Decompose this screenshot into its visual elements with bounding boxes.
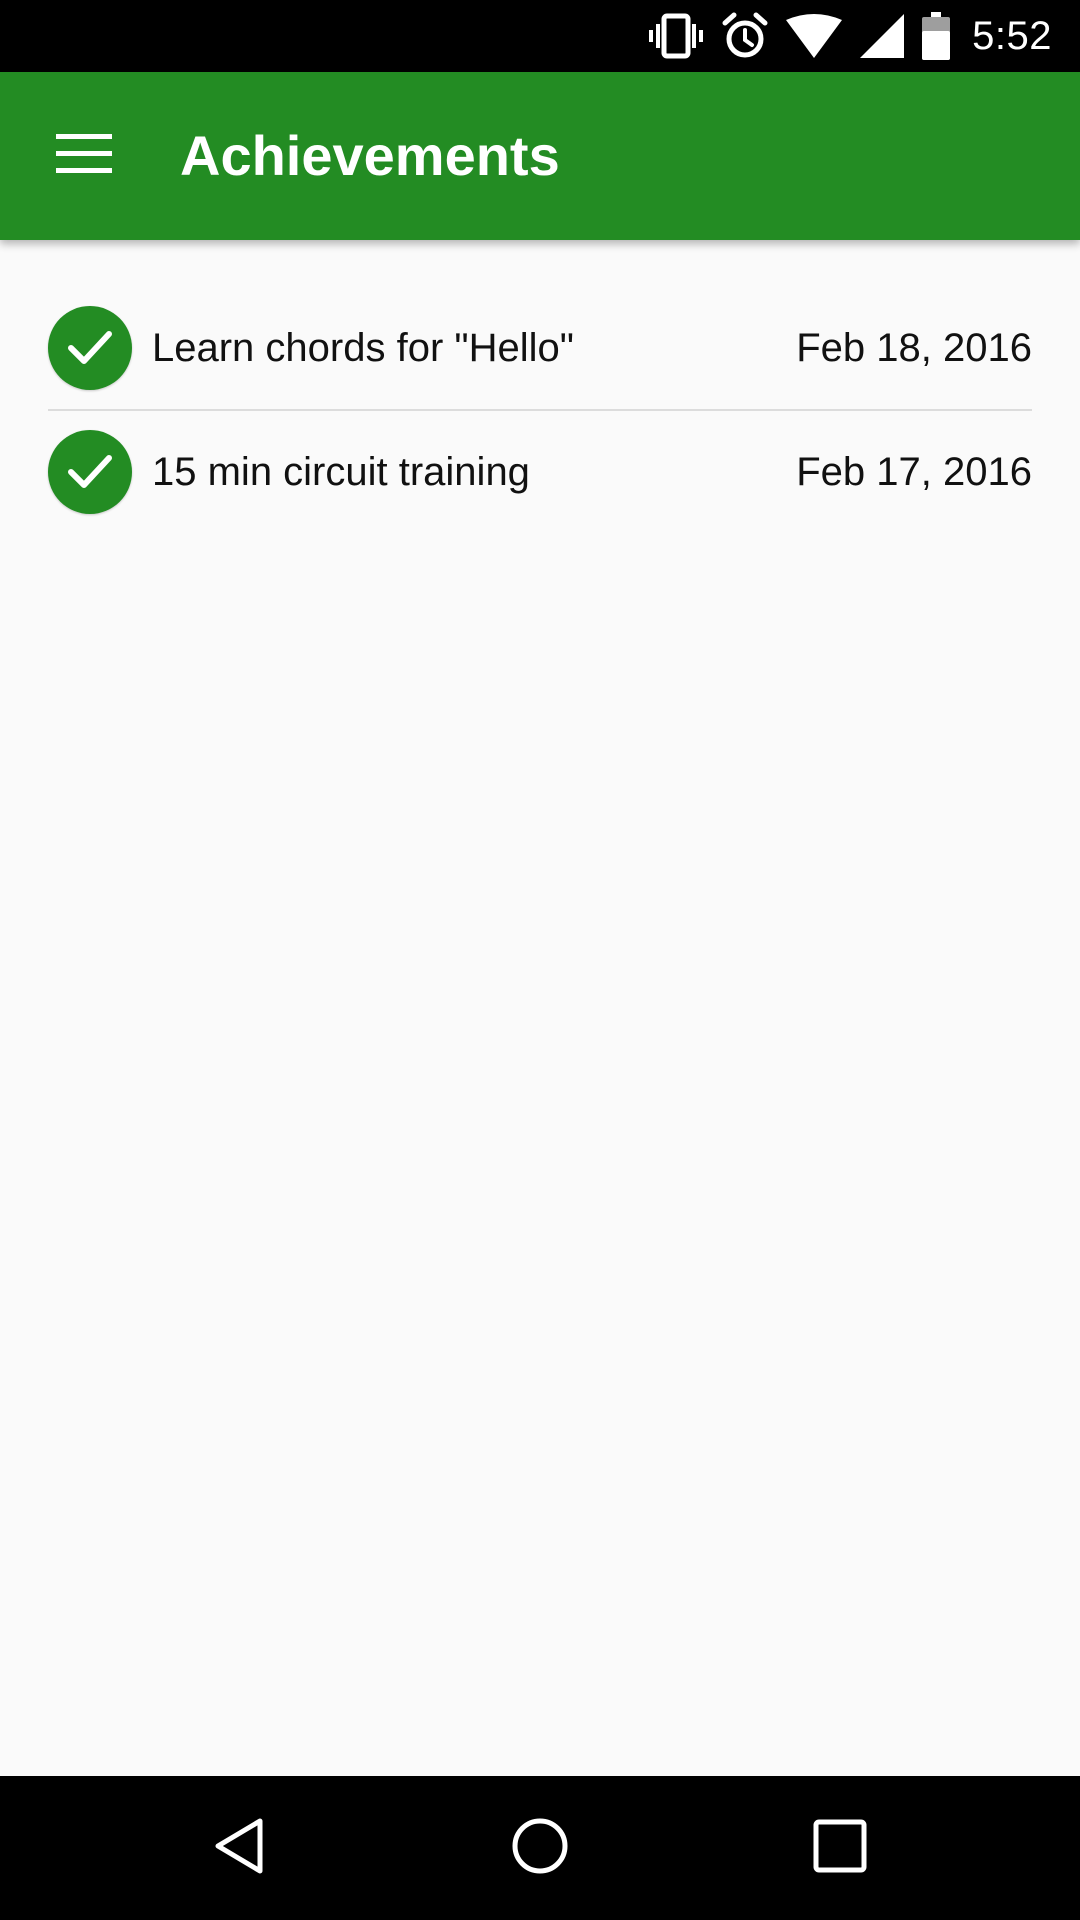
status-time: 5:52	[972, 13, 1052, 58]
achievement-title: 15 min circuit training	[152, 449, 530, 494]
list-item[interactable]: 15 min circuit training Feb 17, 2016	[48, 409, 1032, 533]
hamburger-menu-icon	[56, 133, 112, 179]
page-title: Achievements	[180, 124, 560, 187]
navigation-bar	[0, 1776, 1080, 1920]
battery-icon	[922, 12, 951, 60]
recents-button[interactable]	[790, 1798, 890, 1898]
check-circle-icon	[48, 306, 132, 390]
achievement-title: Learn chords for "Hello"	[152, 325, 574, 370]
app-bar: Achievements	[0, 72, 1080, 240]
recents-icon	[812, 1818, 868, 1879]
back-icon	[210, 1815, 270, 1882]
check-circle-icon	[48, 430, 132, 514]
list-item[interactable]: Learn chords for "Hello" Feb 18, 2016	[48, 287, 1032, 409]
home-icon	[510, 1816, 570, 1881]
achievement-date: Feb 18, 2016	[796, 325, 1032, 370]
achievement-date: Feb 17, 2016	[796, 449, 1032, 494]
achievement-list: Learn chords for "Hello" Feb 18, 2016 15…	[48, 287, 1032, 533]
alarm-icon	[722, 12, 768, 60]
back-button[interactable]	[190, 1798, 290, 1898]
signal-icon	[860, 14, 905, 58]
vibrate-icon	[648, 12, 704, 60]
menu-button[interactable]	[40, 112, 128, 200]
status-bar: 5:52	[0, 0, 1080, 72]
status-icons: 5:52	[630, 0, 1052, 72]
home-button[interactable]	[490, 1798, 590, 1898]
wifi-icon	[786, 14, 843, 58]
